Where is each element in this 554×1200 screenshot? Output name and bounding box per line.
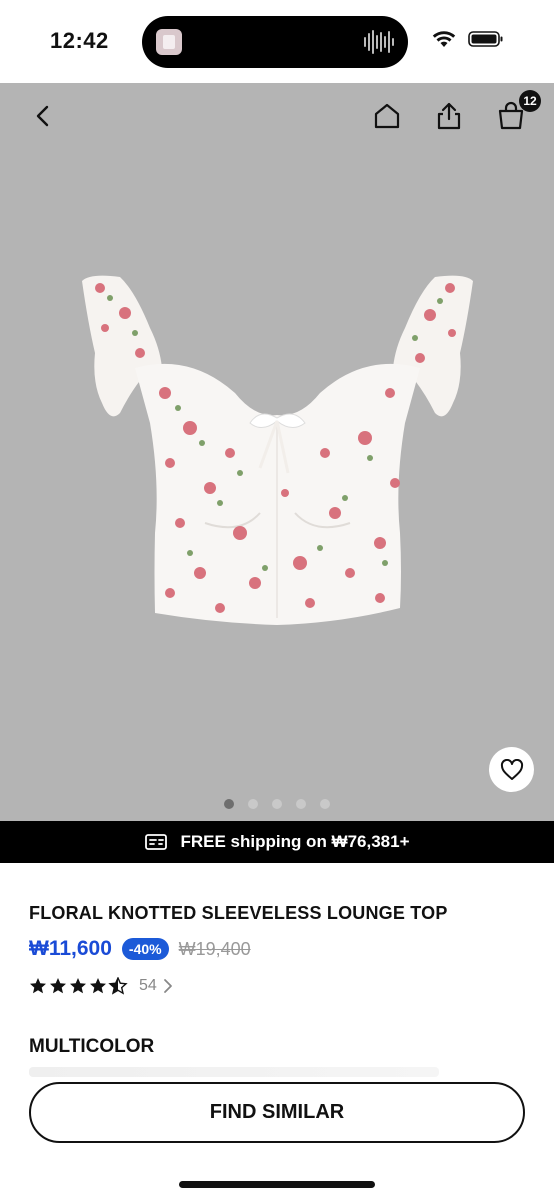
wifi-icon bbox=[432, 30, 456, 53]
back-button[interactable] bbox=[26, 99, 60, 133]
top-nav: 12 bbox=[0, 83, 554, 147]
free-shipping-banner[interactable]: FREE shipping on ₩76,381+ bbox=[0, 821, 554, 863]
home-button[interactable] bbox=[370, 99, 404, 133]
star-rating-icon bbox=[30, 977, 127, 994]
chevron-right-icon bbox=[163, 979, 172, 993]
product-title: FLORAL KNOTTED SLEEVELESS LOUNGE TOP bbox=[29, 903, 448, 923]
find-similar-button[interactable]: FIND SIMILAR bbox=[29, 1082, 525, 1143]
shipping-truck-icon bbox=[145, 834, 168, 850]
now-playing-artwork bbox=[156, 29, 182, 55]
gallery-dot[interactable] bbox=[296, 799, 306, 809]
product-photo bbox=[82, 275, 473, 625]
sale-price: ₩11,600 bbox=[29, 937, 112, 960]
price-row: ₩11,600 -40% ₩19,400 bbox=[29, 937, 251, 961]
status-bar: 12:42 bbox=[0, 0, 554, 83]
gallery-dot[interactable] bbox=[320, 799, 330, 809]
status-time: 12:42 bbox=[50, 28, 109, 53]
audio-waveform-icon bbox=[364, 30, 394, 54]
gallery-dot[interactable] bbox=[248, 799, 258, 809]
share-icon bbox=[437, 102, 461, 130]
gallery-dot[interactable] bbox=[272, 799, 282, 809]
dynamic-island[interactable] bbox=[142, 16, 408, 68]
share-button[interactable] bbox=[432, 99, 466, 133]
rating-row[interactable]: 54 bbox=[29, 977, 175, 995]
original-price: ₩19,400 bbox=[178, 938, 251, 959]
battery-icon bbox=[468, 30, 504, 53]
review-count: 54 bbox=[139, 977, 157, 994]
wishlist-button[interactable] bbox=[489, 747, 534, 792]
chevron-left-icon bbox=[36, 105, 49, 127]
status-icons bbox=[432, 30, 504, 53]
home-icon bbox=[374, 103, 400, 129]
cart-count-badge: 12 bbox=[519, 90, 541, 112]
cart-button[interactable]: 12 bbox=[494, 90, 541, 133]
gallery-dot[interactable] bbox=[224, 799, 234, 809]
gallery-pagination bbox=[0, 799, 554, 809]
discount-badge: -40% bbox=[121, 938, 169, 960]
heart-icon bbox=[500, 758, 523, 780]
product-image-gallery[interactable]: 12 bbox=[0, 83, 554, 821]
faded-description bbox=[29, 1067, 439, 1077]
color-label: MULTICOLOR bbox=[29, 1036, 155, 1057]
home-indicator bbox=[179, 1181, 375, 1188]
shipping-text: FREE shipping on ₩76,381+ bbox=[180, 832, 410, 851]
